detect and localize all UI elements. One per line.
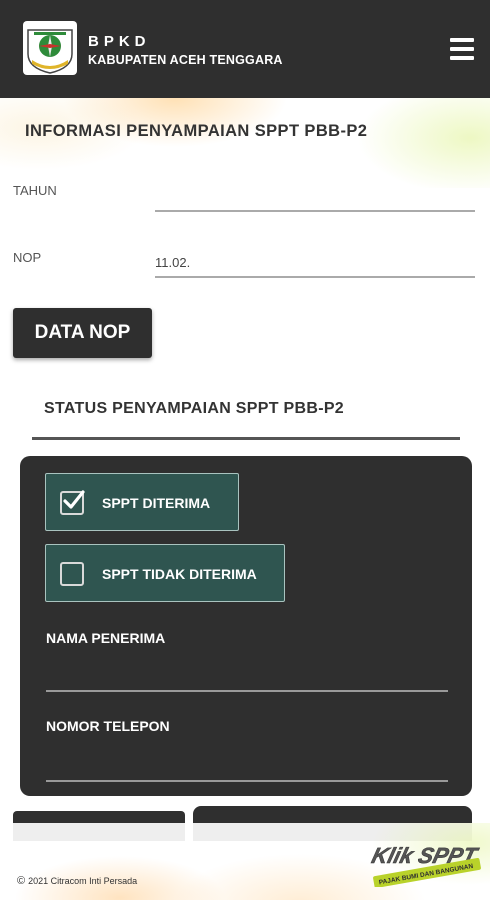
brand-title: BPKD xyxy=(88,33,151,50)
copyright-icon: © xyxy=(17,875,26,887)
copyright: © 2021 Citracom Inti Persada xyxy=(17,875,137,887)
nama-penerima-label: NAMA PENERIMA xyxy=(46,630,166,646)
checkbox-unchecked[interactable] xyxy=(60,562,84,586)
section-divider xyxy=(32,437,460,440)
page-title: INFORMASI PENYAMPAIAN SPPT PBB-P2 xyxy=(25,122,368,140)
background-glow xyxy=(0,98,490,188)
nama-penerima-input[interactable] xyxy=(46,662,448,692)
hamburger-menu-icon[interactable] xyxy=(450,38,474,60)
status-section-title: STATUS PENYAMPAIAN SPPT PBB-P2 xyxy=(44,400,345,417)
nop-input[interactable] xyxy=(155,248,475,278)
klik-sppt-logo: Klik SPPT PAJAK BUMI DAN BANGUNAN xyxy=(369,843,482,887)
option-sppt-tidak-diterima[interactable]: SPPT TIDAK DITERIMA xyxy=(45,544,285,602)
nomor-telepon-label: NOMOR TELEPON xyxy=(46,718,170,734)
footer: © 2021 Citracom Inti Persada Klik SPPT P… xyxy=(0,823,490,900)
option-label: SPPT TIDAK DITERIMA xyxy=(102,566,257,582)
brand-subtitle: KABUPATEN ACEH TENGGARA xyxy=(88,53,283,67)
nomor-telepon-input[interactable] xyxy=(46,752,448,782)
app-header: BPKD KABUPATEN ACEH TENGGARA xyxy=(0,0,490,98)
option-sppt-diterima[interactable]: SPPT DITERIMA xyxy=(45,473,239,531)
option-label: SPPT DITERIMA xyxy=(102,495,211,511)
tahun-label: TAHUN xyxy=(13,183,57,198)
regency-emblem-icon xyxy=(23,21,77,75)
checkbox-checked[interactable] xyxy=(60,490,85,515)
data-nop-button[interactable]: DATA NOP xyxy=(13,308,152,358)
nop-label: NOP xyxy=(13,250,42,265)
checkmark-icon xyxy=(63,490,85,509)
tahun-input[interactable] xyxy=(155,182,475,212)
copyright-text: 2021 Citracom Inti Persada xyxy=(28,876,138,886)
